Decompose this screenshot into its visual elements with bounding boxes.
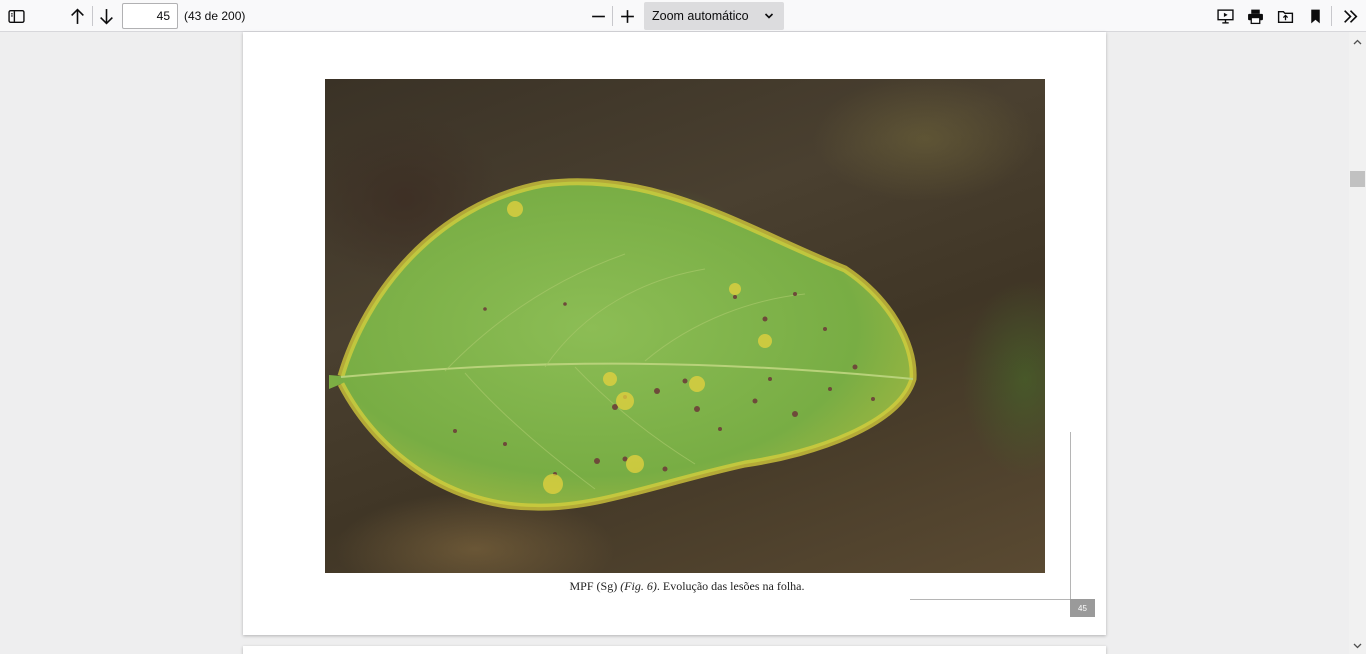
toolbar-separator bbox=[1331, 6, 1332, 26]
pdf-page: MPF (Sg) (Fig. 6). Evolução das lesões n… bbox=[243, 32, 1106, 635]
bookmark-icon bbox=[1310, 9, 1320, 23]
chevron-up-icon bbox=[1353, 39, 1362, 44]
next-pdf-page bbox=[243, 646, 1106, 654]
scrollbar-thumb[interactable] bbox=[1350, 171, 1365, 187]
page-count-label: (43 de 200) bbox=[184, 9, 246, 23]
presentation-mode-button[interactable] bbox=[1212, 3, 1238, 29]
page-number-input[interactable] bbox=[122, 3, 178, 29]
arrow-up-icon bbox=[70, 7, 84, 24]
print-icon bbox=[1247, 9, 1263, 24]
open-file-button[interactable] bbox=[1272, 3, 1298, 29]
presentation-mode-icon bbox=[1216, 8, 1234, 24]
double-chevron-right-icon bbox=[1343, 9, 1357, 23]
zoom-select-value: Zoom automático bbox=[652, 9, 749, 23]
print-button[interactable] bbox=[1242, 3, 1268, 29]
zoom-in-button[interactable] bbox=[614, 3, 640, 29]
page-corner-rule-horizontal bbox=[910, 599, 1070, 600]
scroll-up-button[interactable] bbox=[1349, 33, 1366, 50]
tools-menu-button[interactable] bbox=[1337, 3, 1363, 29]
caption-prefix: MPF (Sg) bbox=[569, 579, 621, 593]
open-file-icon bbox=[1277, 10, 1293, 23]
chevron-down-icon bbox=[764, 13, 774, 19]
zoom-select[interactable]: Zoom automático bbox=[644, 2, 784, 30]
plus-icon bbox=[620, 9, 634, 23]
zoom-out-button[interactable] bbox=[585, 3, 611, 29]
scroll-down-button[interactable] bbox=[1349, 637, 1366, 654]
pdf-toolbar: (43 de 200) Zoom automático bbox=[0, 0, 1366, 32]
next-page-button[interactable] bbox=[93, 3, 119, 29]
minus-icon bbox=[591, 15, 605, 17]
toolbar-separator bbox=[612, 6, 613, 26]
caption-figure-ref: (Fig. 6) bbox=[620, 579, 657, 593]
soybean-leaf-photo bbox=[325, 79, 1045, 573]
vertical-scrollbar[interactable] bbox=[1349, 32, 1366, 654]
sidebar-toggle-button[interactable] bbox=[3, 3, 29, 29]
sidebar-toggle-icon bbox=[7, 9, 25, 23]
bookmark-button[interactable] bbox=[1302, 3, 1328, 29]
page-number-badge: 45 bbox=[1070, 599, 1095, 617]
page-corner-rule-vertical bbox=[1070, 432, 1071, 600]
leaf-illustration bbox=[329, 178, 917, 511]
previous-page-button[interactable] bbox=[64, 3, 90, 29]
arrow-down-icon bbox=[99, 8, 113, 25]
chevron-down-icon bbox=[1353, 643, 1362, 648]
caption-text: . Evolução das lesões na folha. bbox=[656, 579, 805, 593]
figure-caption: MPF (Sg) (Fig. 6). Evolução das lesões n… bbox=[243, 579, 1131, 594]
